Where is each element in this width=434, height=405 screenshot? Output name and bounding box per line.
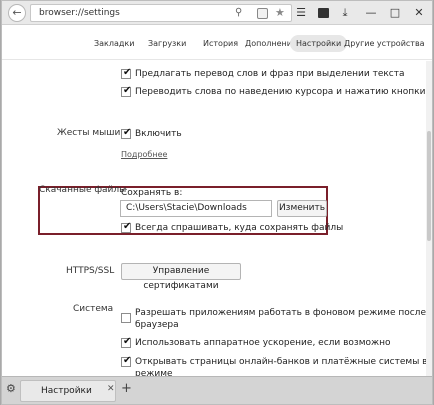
maximize-icon[interactable]: □ bbox=[388, 5, 402, 21]
gear-icon[interactable]: ⚙ bbox=[6, 382, 16, 395]
browser-tab-label: Настройки bbox=[41, 386, 92, 396]
settings-content: ✔ Предлагать перевод слов и фраз при выд… bbox=[2, 61, 428, 376]
protected-mode-checkbox[interactable]: ✔ bbox=[121, 355, 131, 367]
browser-window: ← browser://settings ⚲ ★ ☰ ⤓ — □ ✕ Закла… bbox=[1, 0, 433, 405]
hardware-accel-checkbox[interactable]: ✔ bbox=[121, 336, 131, 348]
translate-suggest-checkbox[interactable]: ✔ bbox=[121, 67, 131, 79]
tab-addons[interactable]: Дополнения bbox=[245, 39, 297, 48]
close-icon[interactable]: ✕ bbox=[412, 5, 426, 21]
browser-tab-settings[interactable]: Настройки ✕ bbox=[20, 380, 116, 402]
background-apps-label-line1: Разрешать приложениям работать в фоновом… bbox=[135, 308, 428, 318]
background-apps-label-line2: браузера bbox=[135, 320, 179, 330]
bottom-tab-bar: ⚙ Настройки ✕ + bbox=[2, 376, 432, 404]
menu-icon[interactable]: ☰ bbox=[294, 5, 308, 21]
back-arrow-icon[interactable]: ← bbox=[8, 4, 26, 22]
browser-toolbar: ← browser://settings ⚲ ★ ☰ ⤓ — □ ✕ bbox=[2, 1, 432, 25]
search-icon[interactable]: ⚲ bbox=[235, 7, 242, 18]
save-to-label: Сохранять в: bbox=[121, 188, 183, 198]
https-label: HTTPS/SSL bbox=[66, 266, 115, 276]
tab-downloads[interactable]: Загрузки bbox=[148, 39, 186, 48]
always-ask-label: Всегда спрашивать, куда сохранять файлы bbox=[135, 223, 344, 233]
tab-history[interactable]: История bbox=[203, 39, 238, 48]
content-scrollbar[interactable] bbox=[426, 61, 432, 376]
mouse-gestures-checkbox[interactable]: ✔ bbox=[121, 127, 131, 139]
protected-mode-label-line1: Открывать страницы онлайн-банков и платё… bbox=[135, 357, 428, 367]
star-icon[interactable]: ★ bbox=[275, 6, 285, 19]
hardware-accel-label: Использовать аппаратное ускорение, если … bbox=[135, 338, 391, 348]
background-apps-checkbox[interactable] bbox=[121, 313, 131, 323]
mouse-gestures-more-link[interactable]: Подробнее bbox=[121, 150, 167, 159]
download-icon[interactable]: ⤓ bbox=[338, 5, 352, 21]
download-path-input[interactable]: C:\Users\Stacie\Downloads bbox=[120, 200, 272, 217]
translate-hover-label: Переводить слова по наведению курсора и … bbox=[135, 87, 428, 97]
minimize-icon[interactable]: — bbox=[364, 5, 378, 21]
tab-close-icon[interactable]: ✕ bbox=[107, 384, 115, 394]
scrollbar-thumb[interactable] bbox=[427, 131, 431, 241]
settings-nav: Закладки Загрузки История Дополнения Нас… bbox=[2, 26, 432, 60]
manage-certificates-button[interactable]: Управление сертификатами bbox=[121, 263, 241, 291]
tab-bookmarks[interactable]: Закладки bbox=[94, 39, 134, 48]
window-icon[interactable] bbox=[316, 5, 330, 21]
translate-suggest-label: Предлагать перевод слов и фраз при выдел… bbox=[135, 69, 405, 79]
tab-settings[interactable]: Настройки bbox=[290, 35, 348, 52]
extension-icon[interactable] bbox=[257, 8, 268, 19]
change-folder-button[interactable]: Изменить bbox=[277, 200, 327, 217]
translate-hover-checkbox[interactable]: ✔ bbox=[121, 85, 131, 97]
plus-icon[interactable]: + bbox=[121, 381, 132, 396]
address-bar[interactable]: browser://settings ⚲ ★ bbox=[30, 4, 292, 22]
downloads-label: Скачанные файлы bbox=[39, 185, 127, 195]
mouse-gestures-enable-label: Включить bbox=[135, 129, 182, 139]
tab-other-devices[interactable]: Другие устройства bbox=[344, 39, 425, 48]
address-url[interactable]: browser://settings bbox=[39, 8, 120, 18]
mouse-gestures-label: Жесты мыши bbox=[57, 128, 121, 138]
protected-mode-label-line2: режиме bbox=[135, 369, 173, 376]
system-label: Система bbox=[73, 304, 114, 314]
always-ask-checkbox[interactable]: ✔ bbox=[121, 221, 131, 233]
